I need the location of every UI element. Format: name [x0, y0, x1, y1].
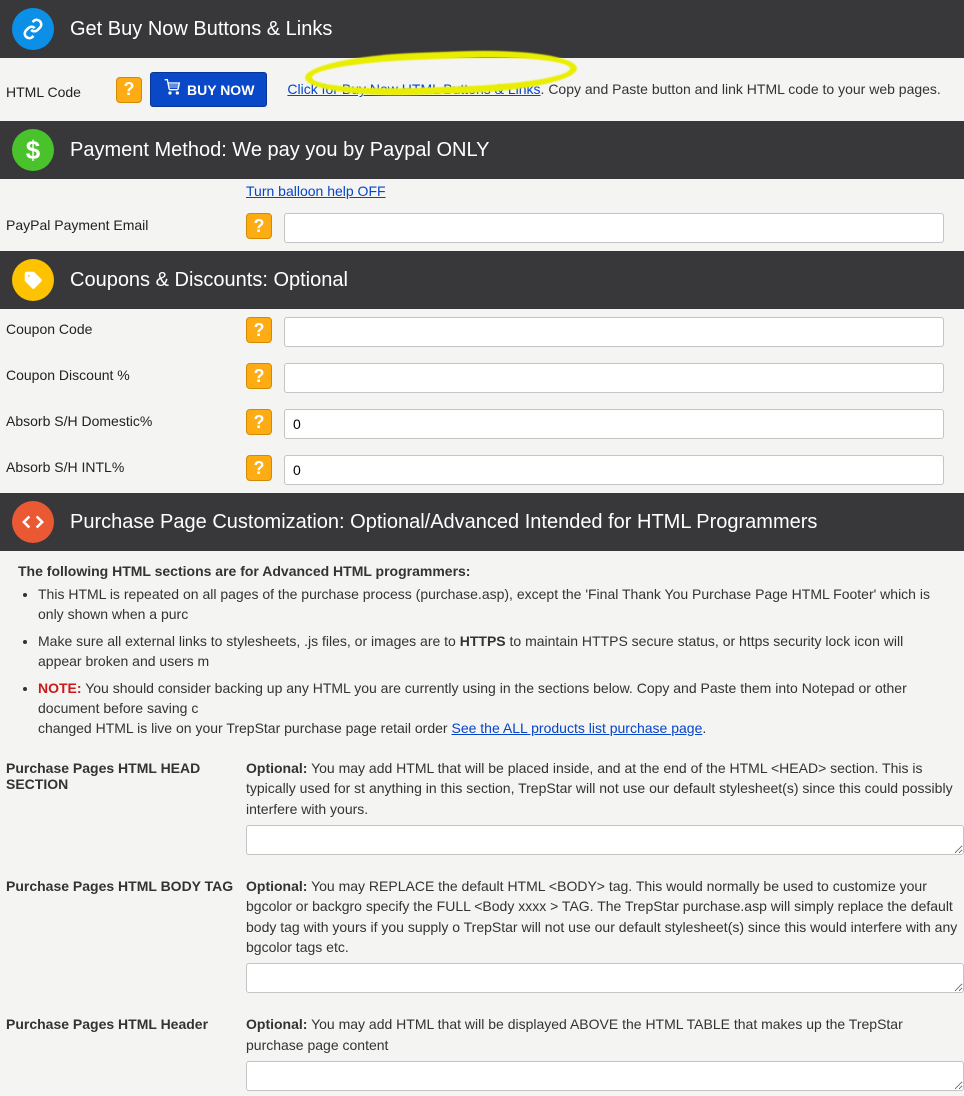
section-header-coupons: Coupons & Discounts: Optional: [0, 251, 964, 309]
absorb-intl-input[interactable]: [284, 455, 944, 485]
section-title: Coupons & Discounts: Optional: [70, 269, 348, 292]
help-icon[interactable]: ?: [246, 455, 272, 481]
buy-now-button[interactable]: BUY NOW: [150, 72, 267, 107]
buynow-after: . Copy and Paste button and link HTML co…: [541, 81, 941, 97]
buynow-link[interactable]: Click for Buy Now HTML Buttons & Links: [287, 81, 540, 97]
absorb-intl-label: Absorb S/H INTL%: [6, 455, 246, 475]
html-header-textarea[interactable]: [246, 1061, 964, 1091]
paypal-label: PayPal Payment Email: [6, 213, 246, 233]
help-icon[interactable]: ?: [246, 317, 272, 343]
html-code-label: HTML Code: [6, 80, 116, 100]
body-tag-desc: Optional: You may REPLACE the default HT…: [246, 876, 964, 957]
advanced-intro: The following HTML sections are for Adva…: [0, 551, 964, 752]
html-header-desc: Optional: You may add HTML that will be …: [246, 1014, 964, 1055]
help-icon[interactable]: ?: [246, 213, 272, 239]
body-tag-row: Purchase Pages HTML BODY TAG Optional: Y…: [0, 870, 964, 998]
coupon-discount-label: Coupon Discount %: [6, 363, 246, 383]
intro-text: The following HTML sections are for Adva…: [18, 563, 946, 579]
tag-icon: [12, 259, 54, 301]
buy-now-label: BUY NOW: [187, 82, 254, 98]
absorb-domestic-label: Absorb S/H Domestic%: [6, 409, 246, 429]
cart-icon: [163, 79, 181, 100]
paypal-email-input[interactable]: [284, 213, 944, 243]
body-tag-label: Purchase Pages HTML BODY TAG: [6, 876, 246, 894]
head-section-row: Purchase Pages HTML HEAD SECTION Optiona…: [0, 752, 964, 860]
coupon-code-row: Coupon Code ?: [0, 309, 964, 355]
section-title: Get Buy Now Buttons & Links: [70, 18, 332, 41]
buynow-row: HTML Code ? BUY NOW Click for Buy Now HT…: [0, 58, 964, 121]
dollar-icon: $: [12, 129, 54, 171]
absorb-domestic-row: Absorb S/H Domestic% ?: [0, 401, 964, 447]
section-header-purchase: Purchase Page Customization: Optional/Ad…: [0, 493, 964, 551]
help-icon[interactable]: ?: [246, 363, 272, 389]
head-section-desc: Optional: You may add HTML that will be …: [246, 758, 964, 819]
section-header-payment: $ Payment Method: We pay you by Paypal O…: [0, 121, 964, 179]
all-products-link[interactable]: See the ALL products list purchase page: [451, 720, 702, 736]
section-title: Payment Method: We pay you by Paypal ONL…: [70, 139, 489, 162]
paypal-row: PayPal Payment Email ?: [0, 205, 964, 251]
section-title: Purchase Page Customization: Optional/Ad…: [70, 511, 817, 534]
bullet-2: Make sure all external links to styleshe…: [38, 632, 946, 671]
balloon-row: Turn balloon help OFF: [0, 179, 964, 205]
absorb-intl-row: Absorb S/H INTL% ?: [0, 447, 964, 493]
absorb-domestic-input[interactable]: [284, 409, 944, 439]
coupon-code-label: Coupon Code: [6, 317, 246, 337]
balloon-help-link[interactable]: Turn balloon help OFF: [246, 183, 386, 199]
section-header-buynow: Get Buy Now Buttons & Links: [0, 0, 964, 58]
coupon-discount-input[interactable]: [284, 363, 944, 393]
html-header-label: Purchase Pages HTML Header: [6, 1014, 246, 1032]
head-section-textarea[interactable]: [246, 825, 964, 855]
code-icon: [12, 501, 54, 543]
html-header-row: Purchase Pages HTML Header Optional: You…: [0, 1008, 964, 1096]
bullet-3: NOTE: You should consider backing up any…: [38, 679, 946, 738]
body-tag-textarea[interactable]: [246, 963, 964, 993]
help-icon[interactable]: ?: [246, 409, 272, 435]
coupon-code-input[interactable]: [284, 317, 944, 347]
bullet-1: This HTML is repeated on all pages of th…: [38, 585, 946, 624]
link-icon: [12, 8, 54, 50]
help-icon[interactable]: ?: [116, 77, 142, 103]
head-section-label: Purchase Pages HTML HEAD SECTION: [6, 758, 246, 792]
buynow-desc: Click for Buy Now HTML Buttons & Links. …: [287, 79, 940, 99]
coupon-discount-row: Coupon Discount % ?: [0, 355, 964, 401]
